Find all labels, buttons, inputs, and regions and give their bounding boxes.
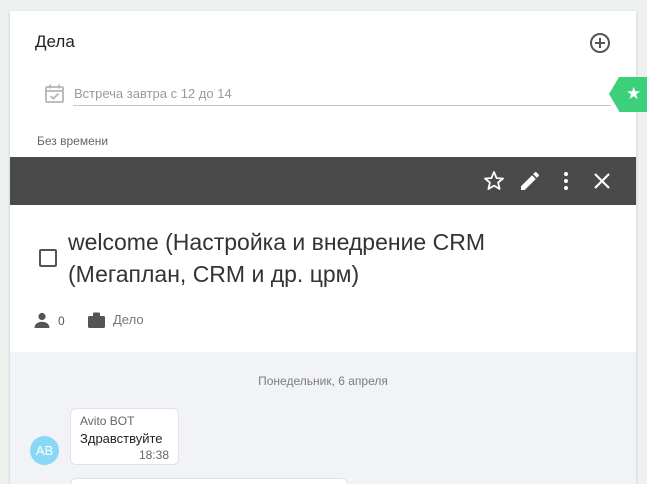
section-label: Без времени [37, 134, 109, 148]
calendar-check-icon [45, 84, 64, 103]
avatar: AB [30, 436, 59, 465]
favorites-tab[interactable]: ★ [609, 77, 647, 112]
person-icon [34, 312, 50, 328]
task-type-label[interactable]: Дело [113, 312, 144, 327]
add-task-button[interactable] [589, 32, 611, 54]
close-icon[interactable] [590, 169, 614, 193]
message-bubble [70, 478, 348, 484]
chat-day-separator: Понедельник, 6 апреля [258, 374, 388, 388]
briefcase-icon [88, 312, 105, 328]
message-sender: Avito BOT [80, 414, 135, 428]
star-icon: ★ [626, 84, 642, 103]
message-time: 18:38 [138, 448, 169, 462]
page-title: Дела [35, 32, 75, 51]
participants-count: 0 [58, 314, 65, 328]
chat-area: Понедельник, 6 апреля AB Avito BOT Здрав… [10, 352, 636, 484]
star-outline-icon[interactable] [482, 169, 506, 193]
pencil-icon[interactable] [518, 169, 542, 193]
new-task-input[interactable] [73, 81, 611, 106]
task-toolbar [10, 157, 636, 205]
task-detail-panel: welcome (Настройка и внедрение CRM (Мега… [10, 157, 636, 484]
message-text: Здравствуйте [80, 431, 163, 446]
task-meta: 0 Дело [10, 309, 636, 335]
message-bubble: Avito BOT Здравствуйте 18:38 [70, 408, 179, 465]
task-title: welcome (Настройка и внедрение CRM (Мега… [68, 229, 485, 287]
task-complete-checkbox[interactable] [39, 249, 57, 267]
more-vertical-icon[interactable] [554, 169, 578, 193]
